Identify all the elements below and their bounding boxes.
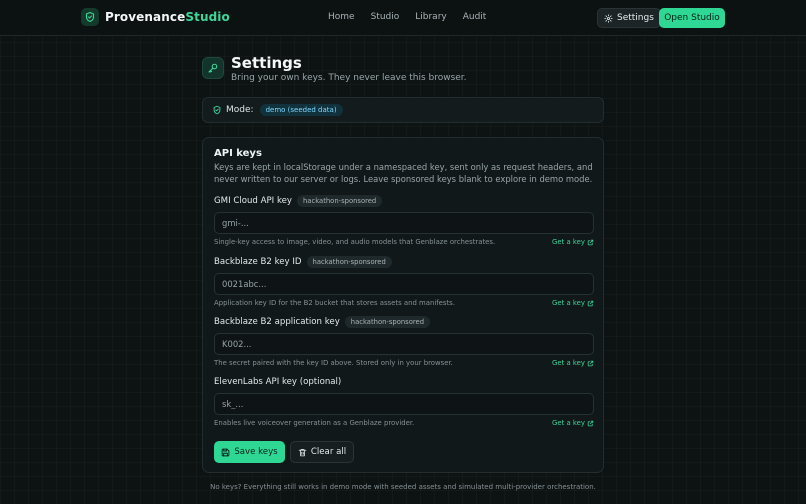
page-title: Settings	[231, 54, 302, 72]
get-key-link[interactable]: Get a key	[552, 299, 594, 307]
nav-library[interactable]: Library	[415, 12, 446, 22]
external-link-icon	[587, 420, 594, 426]
footer-note: No keys? Everything still works in demo …	[210, 483, 596, 491]
save-icon	[221, 448, 230, 456]
clear-all-label: Clear all	[310, 447, 347, 457]
shield-check-icon	[213, 105, 221, 115]
api-keys-description: Keys are kept in localStorage under a na…	[214, 162, 593, 184]
page-subtitle: Bring your own keys. They never leave th…	[231, 73, 467, 83]
field-help: The secret paired with the key ID above.…	[214, 359, 453, 367]
field-label: ElevenLabs API key (optional)	[214, 377, 342, 387]
shield-check-icon	[81, 8, 99, 26]
main-nav: Home Studio Library Audit	[328, 12, 486, 22]
key-icon	[202, 57, 224, 79]
top-nav-bar: ProvenanceStudio Home Studio Library Aud…	[0, 0, 806, 36]
save-keys-button[interactable]: Save keys	[214, 441, 285, 463]
field-b2-application-key: Backblaze B2 application key hackathon-s…	[214, 316, 594, 368]
api-keys-title: API keys	[214, 148, 262, 159]
field-help: Application key ID for the B2 bucket tha…	[214, 299, 455, 307]
settings-button[interactable]: Settings	[597, 8, 661, 28]
field-label: GMI Cloud API key	[214, 196, 292, 206]
get-key-link[interactable]: Get a key	[552, 238, 594, 246]
get-key-link[interactable]: Get a key	[552, 419, 594, 427]
open-studio-label: Open Studio	[664, 13, 720, 23]
brand-logo[interactable]: ProvenanceStudio	[81, 8, 230, 26]
external-link-icon	[587, 360, 594, 366]
sponsored-tag: hackathon-sponsored	[344, 316, 431, 328]
field-help: Enables live voiceover generation as a G…	[214, 419, 415, 427]
external-link-icon	[587, 239, 594, 245]
b2-application-key-input[interactable]	[214, 333, 594, 355]
mode-label: Mode:	[226, 105, 254, 115]
clear-all-button[interactable]: Clear all	[290, 441, 354, 463]
field-gmi-cloud: GMI Cloud API key hackathon-sponsored Si…	[214, 195, 594, 247]
external-link-icon	[587, 300, 594, 306]
field-b2-key-id: Backblaze B2 key ID hackathon-sponsored …	[214, 256, 594, 308]
elevenlabs-key-input[interactable]	[214, 393, 594, 415]
nav-home[interactable]: Home	[328, 12, 355, 22]
brand-name: ProvenanceStudio	[105, 10, 230, 24]
b2-key-id-input[interactable]	[214, 273, 594, 295]
trash-icon	[298, 448, 307, 456]
gear-icon	[604, 13, 613, 23]
sponsored-tag: hackathon-sponsored	[306, 256, 392, 268]
field-label: Backblaze B2 key ID	[214, 257, 302, 267]
gmi-cloud-key-input[interactable]	[214, 212, 594, 234]
field-label: Backblaze B2 application key	[214, 317, 340, 327]
nav-audit[interactable]: Audit	[463, 12, 487, 22]
field-help: Single-key access to image, video, and a…	[214, 238, 496, 246]
field-elevenlabs: ElevenLabs API key (optional) Enables li…	[214, 376, 594, 428]
mode-badge: demo (seeded data)	[259, 104, 343, 116]
get-key-link[interactable]: Get a key	[552, 359, 594, 367]
save-keys-label: Save keys	[234, 447, 278, 457]
open-studio-button[interactable]: Open Studio	[659, 8, 725, 28]
nav-studio[interactable]: Studio	[371, 12, 400, 22]
sponsored-tag: hackathon-sponsored	[297, 195, 383, 207]
api-keys-card: API keys Keys are kept in localStorage u…	[202, 137, 604, 473]
mode-indicator: Mode: demo (seeded data)	[202, 97, 604, 123]
settings-button-label: Settings	[617, 13, 654, 23]
